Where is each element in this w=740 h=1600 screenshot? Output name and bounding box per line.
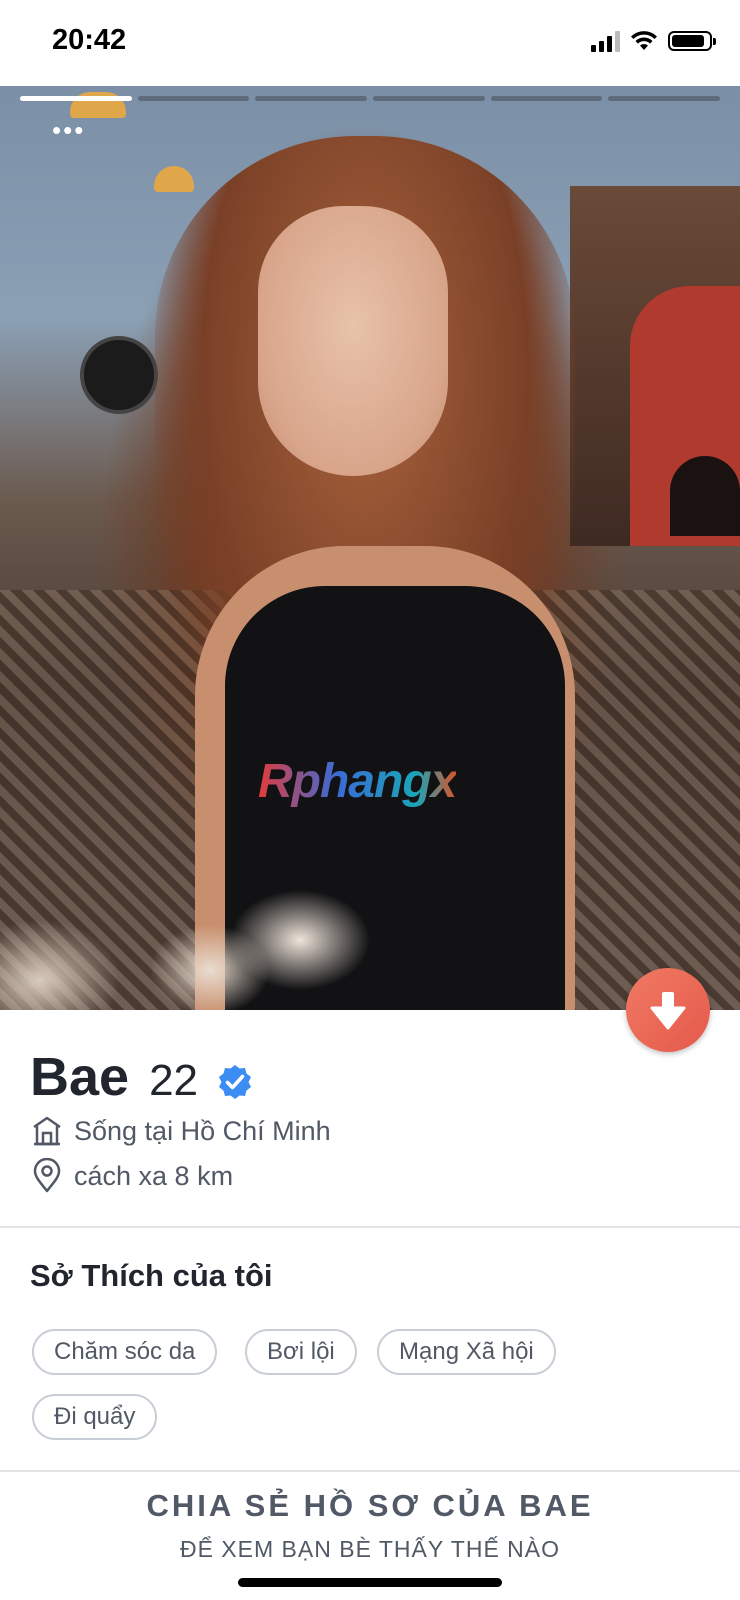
more-options-icon[interactable]: •••	[52, 117, 85, 143]
home-indicator[interactable]	[238, 1578, 502, 1587]
interest-chip: Mạng Xã hội	[377, 1329, 556, 1375]
interest-chip: Chăm sóc da	[32, 1329, 218, 1375]
distance-row: cách xa 8 km	[30, 1158, 233, 1194]
photo-progress-segment	[137, 96, 250, 101]
status-bar: 20:42	[0, 0, 740, 86]
photo-progress-segment	[373, 96, 485, 101]
distance-text: cách xa 8 km	[74, 1160, 234, 1191]
verified-badge-icon	[219, 1065, 252, 1099]
photo-progress-segment	[490, 96, 603, 101]
interest-chip: Bơi lội	[245, 1329, 357, 1375]
wifi-icon	[631, 31, 657, 50]
photo-progress-segment	[608, 96, 721, 101]
home-icon	[33, 1116, 61, 1146]
divider	[0, 1470, 740, 1472]
divider	[0, 1226, 740, 1228]
collapse-profile-button[interactable]	[626, 968, 710, 1052]
profile-age: 22	[149, 1056, 199, 1105]
name-row: Bae 22	[30, 1046, 254, 1108]
cellular-signal-icon	[591, 30, 620, 52]
lives-in-text: Sống tại Hồ Chí Minh	[74, 1115, 331, 1146]
status-icons	[591, 30, 716, 52]
location-pin-icon	[33, 1158, 61, 1193]
photo-progress-segment	[255, 96, 368, 101]
profile-photo[interactable]: ••• Rphangx	[0, 86, 740, 1010]
battery-icon	[668, 31, 716, 51]
interest-chip: Đi quẩy	[32, 1394, 158, 1440]
status-time: 20:42	[52, 24, 127, 56]
profile-name: Bae	[30, 1047, 130, 1107]
lives-in-row: Sống tại Hồ Chí Minh	[30, 1114, 331, 1148]
arrow-down-icon	[650, 992, 686, 1030]
photo-progress-bar	[20, 96, 721, 101]
share-profile-subtitle: ĐỂ XEM BẠN BÈ THẤY THẾ NÀO	[179, 1536, 561, 1562]
watermark: Rphangx	[258, 755, 457, 808]
share-profile-button[interactable]: CHIA SẺ HỒ SƠ CỦA BAE	[0, 1488, 740, 1524]
interests-title: Sở Thích của tôi	[30, 1258, 273, 1293]
photo-progress-segment	[20, 96, 132, 101]
